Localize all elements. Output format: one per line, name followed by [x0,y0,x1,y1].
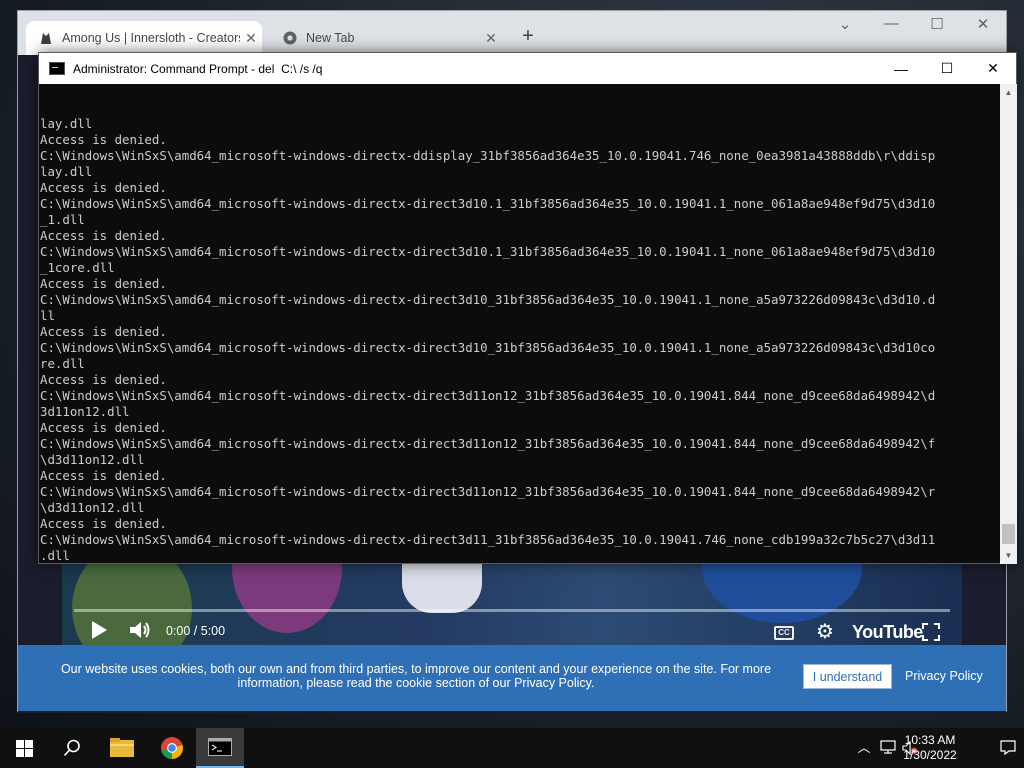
command-prompt-window: Administrator: Command Prompt - del C:\ … [38,52,1017,564]
console-line: _1core.dll [40,260,115,275]
console-line: Access is denied. [40,516,167,531]
scroll-down-arrow-icon[interactable]: ▼ [1000,547,1017,564]
console-line: Access is denied. [40,372,167,387]
tab-title: New Tab [306,31,355,45]
console-line: \d3d11on12.dll [40,500,145,515]
console-line: C:\Windows\WinSxS\amd64_microsoft-window… [40,196,936,211]
console-line: C:\Windows\WinSxS\amd64_microsoft-window… [40,148,936,163]
cookie-banner: Our website uses cookies, both our own a… [18,645,1006,711]
console-output[interactable]: lay.dll Access is denied. C:\Windows\WinSx… [39,84,1000,564]
console-line: re.dll [40,356,85,371]
console-line: C:\Windows\WinSxS\amd64_microsoft-window… [40,388,936,403]
close-button[interactable]: ✕ [960,15,1006,33]
clock-date: 1/30/2022 [903,748,957,762]
console-line: _1.dll [40,212,85,227]
progress-bar[interactable] [74,609,950,612]
taskbar: ︿ 10:33 AM 1/30/2022 [0,728,1024,768]
close-tab-icon[interactable]: ✕ [480,30,502,47]
play-icon[interactable] [92,621,107,639]
notifications-icon[interactable] [1000,740,1016,756]
cookie-accept-button[interactable]: I understand [803,664,892,689]
captions-icon[interactable]: CC [774,626,794,640]
chrome-icon [282,30,298,46]
command-prompt-icon [49,62,65,75]
console-line: Access is denied. [40,276,167,291]
file-explorer-icon[interactable] [98,728,146,768]
scroll-thumb[interactable] [1002,524,1015,544]
console-line: C:\Windows\WinSxS\amd64_microsoft-window… [40,484,936,499]
new-tab-button[interactable]: + [515,25,541,48]
chrome-icon[interactable] [148,728,196,768]
console-line: .dll [40,548,70,563]
show-hidden-icons-chevron-icon[interactable]: ︿ [856,740,872,756]
volume-icon[interactable] [128,619,152,641]
cmd-maximize-button[interactable]: ☐ [924,53,970,84]
system-tray: ︿ 10:33 AM 1/30/2022 [824,728,1024,768]
windows-start-icon[interactable] [0,728,48,768]
minimize-button[interactable]: — [868,15,914,32]
maximize-button[interactable]: ☐ [914,15,960,33]
console-line: Access is denied. [40,420,167,435]
console-line: C:\Windows\WinSxS\amd64_microsoft-window… [40,340,936,355]
console-line: Access is denied. [40,132,167,147]
fullscreen-icon[interactable] [922,623,940,641]
console-line: Access is denied. [40,324,167,339]
tab-search-icon[interactable]: ⌄ [822,15,868,33]
console-line: Access is denied. [40,468,167,483]
console-line: ll [40,308,55,323]
cmd-close-button[interactable]: ✕ [970,53,1016,84]
command-prompt-taskbar-button[interactable] [196,728,244,768]
cmd-window-title: Administrator: Command Prompt - del C:\ … [73,61,323,76]
cookie-message: Our website uses cookies, both our own a… [60,662,772,690]
settings-gear-icon[interactable]: ⚙ [814,621,836,643]
console-line: C:\Windows\WinSxS\amd64_microsoft-window… [40,244,936,259]
console-line: \d3d11on12.dll [40,452,145,467]
clock-time: 10:33 AM [904,733,956,747]
console-scrollbar[interactable]: ▲ ▼ [1000,84,1017,564]
tab-strip: Among Us | Innersloth - Creators of Amon… [18,11,1006,55]
console-line: 3d11on12.dll [40,404,130,419]
tab-among-us[interactable]: Among Us | Innersloth - Creators of Amon… [26,21,262,55]
youtube-logo[interactable]: YouTube [852,622,923,643]
console-line: lay.dll [40,164,93,179]
console-line: Access is denied. [40,228,167,243]
console-lines: lay.dll Access is denied. C:\Windows\WinSx… [40,116,1000,564]
tab-new-tab[interactable]: New Tab ✕ [270,21,502,55]
close-tab-icon[interactable]: ✕ [240,30,262,47]
cmd-titlebar[interactable]: Administrator: Command Prompt - del C:\ … [39,53,1016,84]
privacy-policy-link[interactable]: Privacy Policy [905,669,983,683]
tab-title: Among Us | Innersloth - Creators of Amon… [62,31,240,45]
scroll-up-arrow-icon[interactable]: ▲ [1000,84,1017,101]
search-icon[interactable] [48,728,96,768]
console-line: C:\Windows\WinSxS\amd64_microsoft-window… [40,292,936,307]
innersloth-icon [38,30,54,46]
console-line: lay.dll [40,116,93,131]
video-time: 0:00 / 5:00 [166,624,226,638]
console-line: C:\Windows\WinSxS\amd64_microsoft-window… [40,532,936,547]
clock[interactable]: 10:33 AM 1/30/2022 [894,733,966,763]
console-line: Access is denied. [40,180,167,195]
cmd-minimize-button[interactable]: — [878,53,924,84]
console-line: C:\Windows\WinSxS\amd64_microsoft-window… [40,436,936,451]
